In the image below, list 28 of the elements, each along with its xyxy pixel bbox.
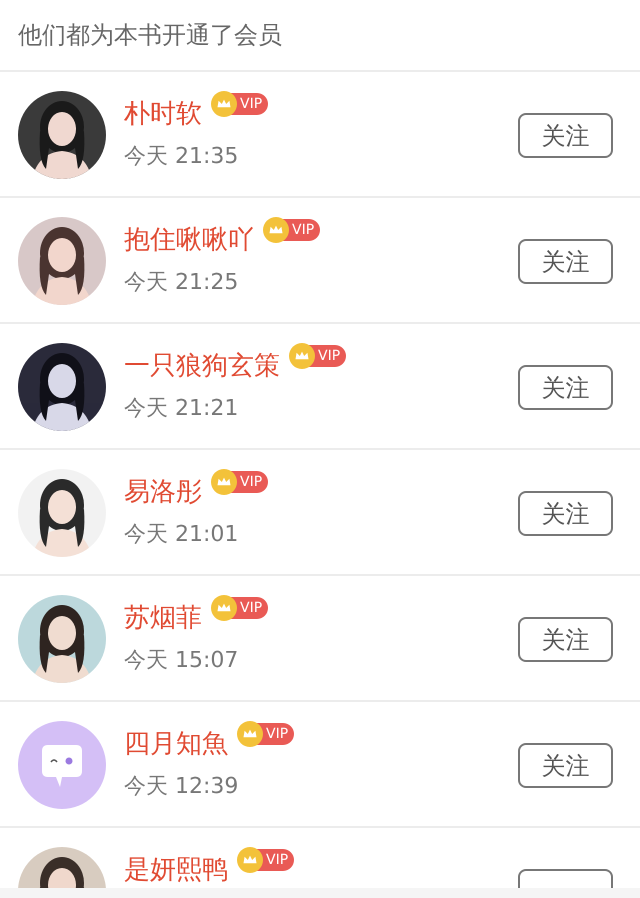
join-time: 今天 12:39 bbox=[124, 773, 240, 801]
chat-bubble-avatar-icon bbox=[18, 721, 106, 809]
member-name: 抱住啾啾吖 bbox=[124, 224, 254, 257]
member-name: 朴时软 bbox=[124, 98, 202, 131]
member-name: 一只狼狗玄策 bbox=[124, 350, 280, 383]
join-time: 今天 21:25 bbox=[124, 269, 240, 297]
vip-badge: VIP bbox=[212, 597, 268, 619]
follow-button[interactable]: 关注 bbox=[518, 617, 613, 662]
vip-badge: VIP bbox=[212, 93, 268, 115]
vip-badge: VIP bbox=[264, 219, 320, 241]
join-time: 今天 21:01 bbox=[124, 521, 240, 549]
follow-button[interactable]: 关注 bbox=[518, 365, 613, 410]
join-time: 今天 15:07 bbox=[124, 647, 240, 675]
member-name: 四月知魚 bbox=[124, 728, 228, 761]
follow-button[interactable]: 关注 bbox=[518, 491, 613, 536]
join-time: 今天 21:21 bbox=[124, 395, 240, 423]
member-name: 是妍熙鸭 bbox=[124, 854, 228, 887]
section-title: 他们都为本书开通了会员 bbox=[18, 20, 282, 51]
vip-badge: VIP bbox=[238, 849, 294, 871]
vip-badge: VIP bbox=[238, 723, 294, 745]
vip-badge: VIP bbox=[290, 345, 346, 367]
follow-button[interactable]: 关注 bbox=[518, 113, 613, 158]
follow-button[interactable]: 关注 bbox=[518, 743, 613, 788]
follow-button[interactable]: 关注 bbox=[518, 239, 613, 284]
member-name: 易洛彤 bbox=[124, 476, 202, 509]
member-name: 苏烟菲 bbox=[124, 602, 202, 635]
vip-badge: VIP bbox=[212, 471, 268, 493]
join-time: 今天 21:35 bbox=[124, 143, 240, 171]
